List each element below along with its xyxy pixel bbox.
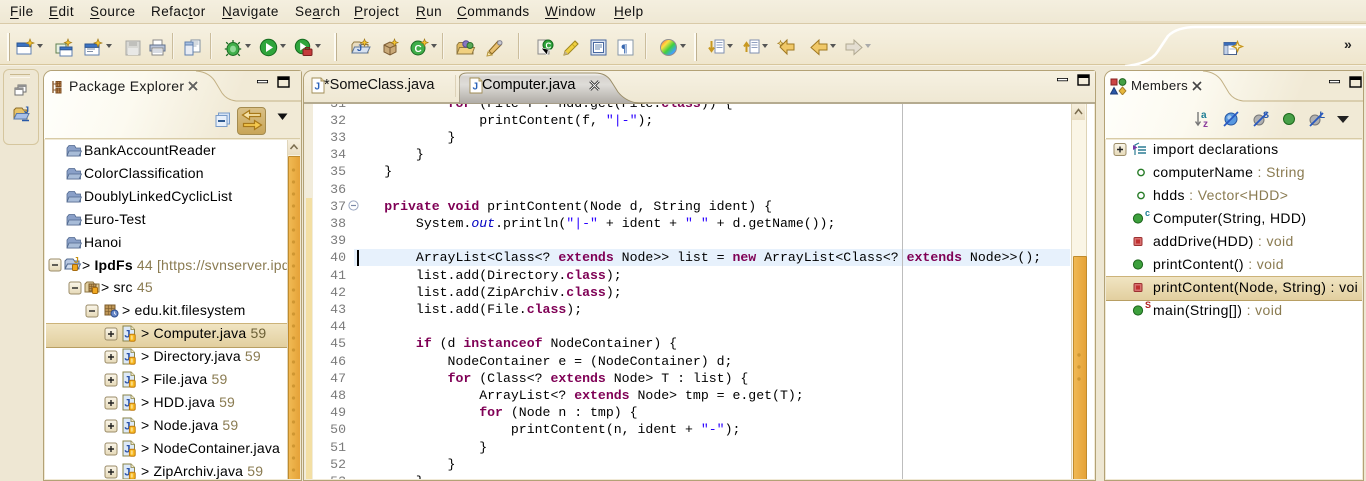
- svg-text:c: c: [1145, 208, 1150, 218]
- svg-text:J: J: [473, 82, 479, 93]
- svg-text:J: J: [74, 255, 79, 265]
- svg-text:z: z: [1203, 119, 1208, 129]
- svg-text:J: J: [24, 105, 29, 115]
- svg-text:C: C: [415, 44, 422, 55]
- svg-text:¶: ¶: [621, 41, 627, 55]
- svg-text:J: J: [315, 82, 321, 93]
- svg-text:S: S: [1145, 300, 1151, 310]
- svg-text:J: J: [357, 43, 362, 53]
